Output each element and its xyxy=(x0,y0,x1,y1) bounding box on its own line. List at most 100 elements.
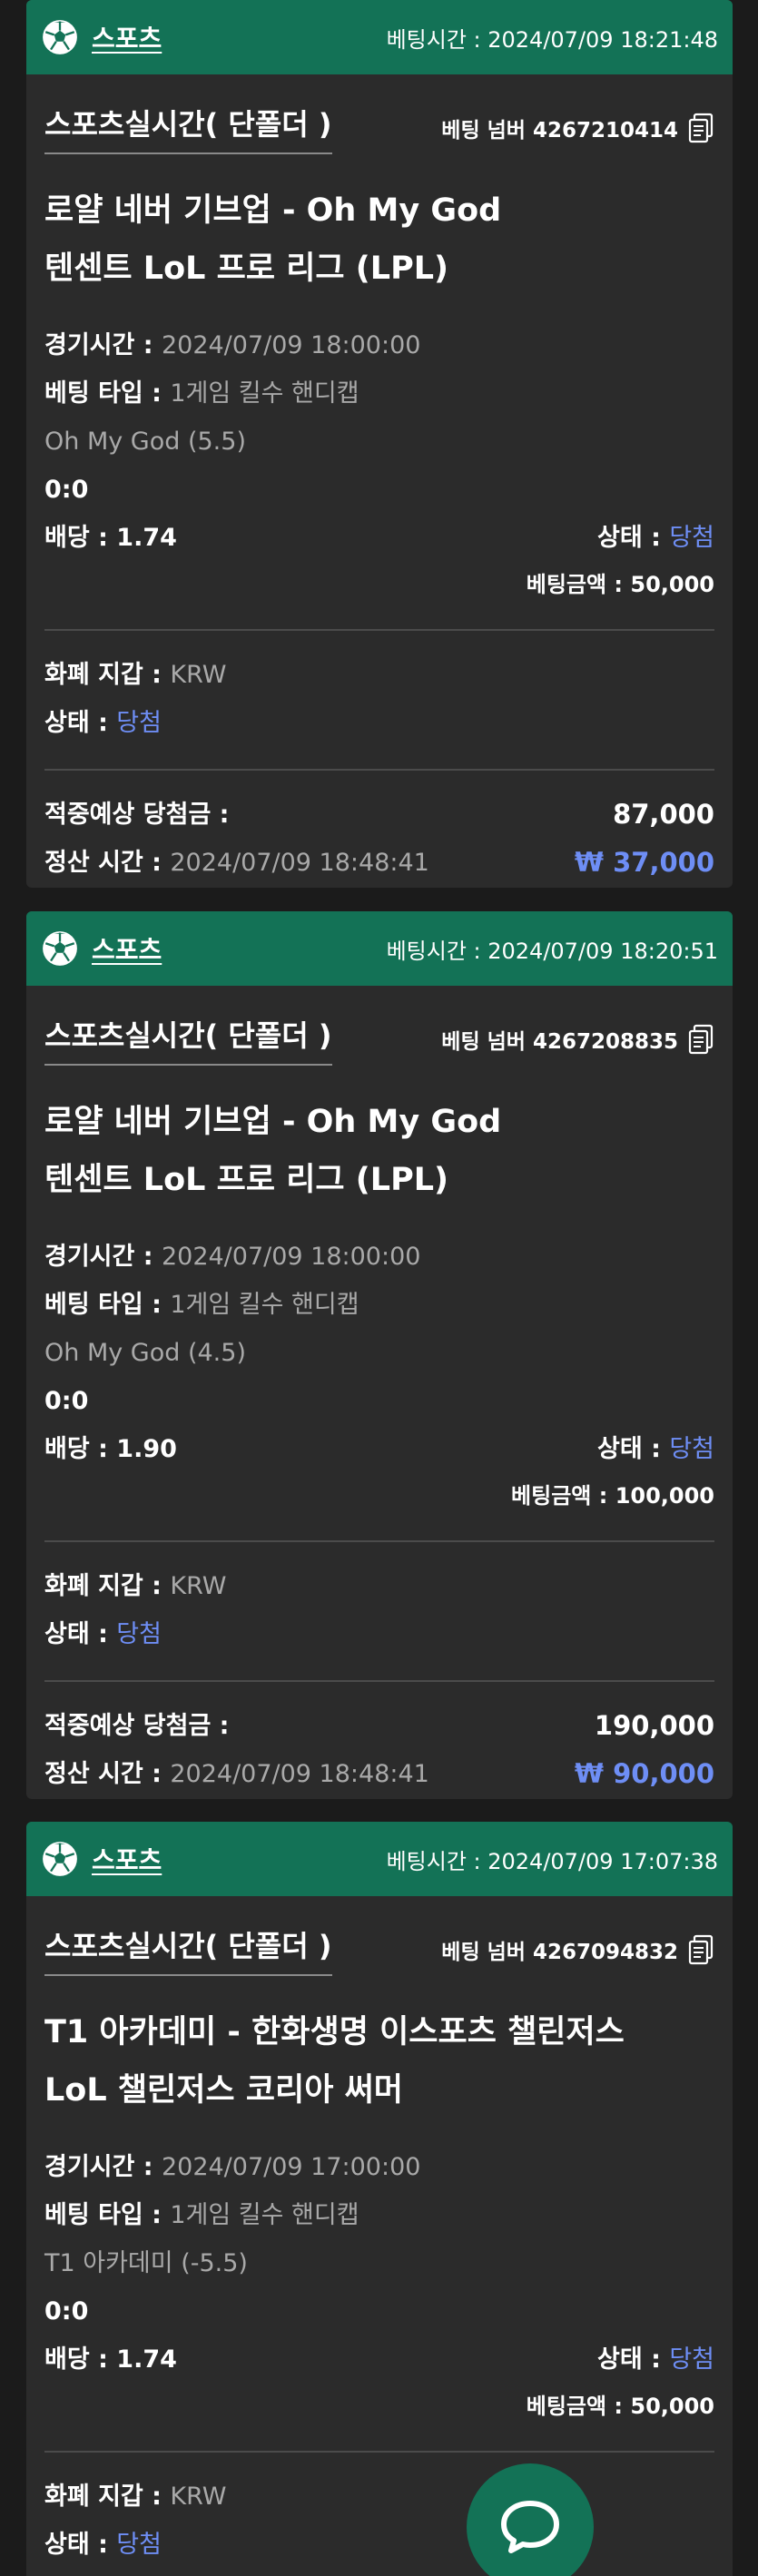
bet-time: 베팅시간 : 2024/07/09 18:20:51 xyxy=(387,933,718,965)
bet-number-value: 4267210414 xyxy=(532,119,678,143)
expected-payout-label: 적중예상 당첨금 : xyxy=(44,1712,230,1740)
bet-number: 베팅 넘버 4267210414 xyxy=(441,113,714,143)
bet-amount-label: 베팅금액 : xyxy=(511,1483,615,1509)
bet-number: 베팅 넘버 4267094832 xyxy=(441,1934,714,1965)
bet-type-value: 1게임 킬수 핸디캡 xyxy=(170,1291,359,1319)
game-time-value: 2024/07/09 18:00:00 xyxy=(161,1243,421,1271)
status-badge: 당첨 xyxy=(116,1620,162,1648)
game-time-label: 경기시간 : xyxy=(44,1243,162,1271)
sport-category-link[interactable]: 스포츠 xyxy=(92,1841,162,1877)
bet-number-label: 베팅 넘버 xyxy=(441,1941,533,1964)
expected-payout-value: 87,000 xyxy=(613,799,714,830)
status-badge: 당첨 xyxy=(669,1435,714,1463)
copy-document-icon[interactable] xyxy=(687,113,714,143)
bet-amount-value: 50,000 xyxy=(630,2394,714,2419)
divider xyxy=(44,1540,714,1542)
settle-time-value: 2024/07/09 18:48:41 xyxy=(170,849,429,877)
bet-number-value: 4267094832 xyxy=(532,1941,678,1964)
soccer-ball-icon xyxy=(43,20,77,54)
status-label: 상태 : xyxy=(597,524,670,552)
soccer-ball-icon xyxy=(43,1842,77,1876)
bet-time-value: 2024/07/09 18:21:48 xyxy=(487,26,718,53)
status-label: 상태 : xyxy=(44,2531,117,2559)
score: 0:0 xyxy=(44,476,89,504)
settle-time-label: 정산 시간 : xyxy=(44,849,171,877)
bet-pick: Oh My God (4.5) xyxy=(44,1339,246,1367)
divider xyxy=(44,1680,714,1682)
currency-value: KRW xyxy=(170,661,227,689)
bet-amount-value: 100,000 xyxy=(615,1483,714,1509)
game-time-label: 경기시간 : xyxy=(44,2153,162,2181)
odds-value: 1.90 xyxy=(116,1435,177,1463)
copy-document-icon[interactable] xyxy=(687,1934,714,1965)
bet-amount-label: 베팅금액 : xyxy=(526,2394,631,2419)
bet-pick: Oh My God (5.5) xyxy=(44,428,246,456)
bet-card-title: 스포츠실시간( 단폴더 ) xyxy=(44,1923,332,1976)
match-teams: T1 아카데미 - 한화생명 이스포츠 챌린저스 xyxy=(44,2014,625,2050)
bet-time-label: 베팅시간 : xyxy=(386,1848,488,1874)
expected-payout-label: 적중예상 당첨금 : xyxy=(44,801,230,829)
card-header: 스포츠 베팅시간 : 2024/07/09 17:07:38 xyxy=(26,1822,733,1896)
bet-time-value: 2024/07/09 17:07:38 xyxy=(487,1848,718,1874)
expected-payout-value: 190,000 xyxy=(594,1710,714,1741)
bet-type-value: 1게임 킬수 핸디캡 xyxy=(170,2201,359,2229)
soccer-ball-icon xyxy=(43,931,77,966)
odds-label: 배당 : xyxy=(44,2345,117,2374)
score: 0:0 xyxy=(44,1387,89,1415)
game-time-value: 2024/07/09 17:00:00 xyxy=(161,2153,421,2181)
league-name: 텐센트 LoL 프로 리그 (LPL) xyxy=(44,251,449,287)
card-header: 스포츠 베팅시간 : 2024/07/09 18:20:51 xyxy=(26,911,733,986)
currency-value: KRW xyxy=(170,2483,227,2511)
sport-category-link[interactable]: 스포츠 xyxy=(92,19,162,55)
currency-label: 화폐 지갑 : xyxy=(44,2483,171,2511)
odds-value: 1.74 xyxy=(116,524,177,552)
game-time-value: 2024/07/09 18:00:00 xyxy=(161,331,421,359)
bet-card: 스포츠 베팅시간 : 2024/07/09 18:20:51 스포츠실시간( 단… xyxy=(26,911,733,1799)
status-badge: 당첨 xyxy=(116,709,162,737)
profit-amount: ₩ 90,000 xyxy=(575,1758,714,1789)
status-label: 상태 : xyxy=(44,1620,117,1648)
bet-card: 스포츠 베팅시간 : 2024/07/09 18:21:48 스포츠실시간( 단… xyxy=(26,0,733,888)
bet-time: 베팅시간 : 2024/07/09 17:07:38 xyxy=(387,1844,718,1875)
odds-label: 배당 : xyxy=(44,524,117,552)
bet-amount-label: 베팅금액 : xyxy=(526,572,631,597)
bet-card-title: 스포츠실시간( 단폴더 ) xyxy=(44,102,332,154)
bet-number-value: 4267208835 xyxy=(532,1030,678,1054)
settle-time-label: 정산 시간 : xyxy=(44,1760,171,1788)
match-teams: 로얄 네버 기브업 - Oh My God xyxy=(44,192,502,229)
status-badge: 당첨 xyxy=(669,2345,714,2374)
score: 0:0 xyxy=(44,2297,89,2325)
profit-amount: ₩ 37,000 xyxy=(575,847,714,878)
status-label: 상태 : xyxy=(597,2345,670,2374)
bet-type-label: 베팅 타입 : xyxy=(44,1291,171,1319)
currency-value: KRW xyxy=(170,1572,227,1600)
copy-document-icon[interactable] xyxy=(687,1024,714,1055)
bet-number-label: 베팅 넘버 xyxy=(441,1030,533,1054)
odds-label: 배당 : xyxy=(44,1435,117,1463)
currency-label: 화폐 지갑 : xyxy=(44,661,171,689)
bet-number: 베팅 넘버 4267208835 xyxy=(441,1024,714,1055)
chat-bubble-icon xyxy=(501,2501,559,2553)
divider xyxy=(44,2451,714,2453)
bet-time-label: 베팅시간 : xyxy=(386,26,488,53)
status-badge: 당첨 xyxy=(116,2531,162,2559)
match-teams: 로얄 네버 기브업 - Oh My God xyxy=(44,1104,502,1140)
divider xyxy=(44,769,714,771)
divider xyxy=(44,629,714,631)
bet-type-label: 베팅 타입 : xyxy=(44,379,171,408)
bet-type-value: 1게임 킬수 핸디캡 xyxy=(170,379,359,408)
game-time-label: 경기시간 : xyxy=(44,331,162,359)
bet-card-title: 스포츠실시간( 단폴더 ) xyxy=(44,1013,332,1066)
bet-number-label: 베팅 넘버 xyxy=(441,119,533,143)
card-header: 스포츠 베팅시간 : 2024/07/09 18:21:48 xyxy=(26,0,733,74)
status-label: 상태 : xyxy=(597,1435,670,1463)
bet-amount-value: 50,000 xyxy=(630,572,714,597)
currency-label: 화폐 지갑 : xyxy=(44,1572,171,1600)
bet-type-label: 베팅 타입 : xyxy=(44,2201,171,2229)
odds-value: 1.74 xyxy=(116,2345,177,2374)
settle-time-value: 2024/07/09 18:48:41 xyxy=(170,1760,429,1788)
status-label: 상태 : xyxy=(44,709,117,737)
sport-category-link[interactable]: 스포츠 xyxy=(92,930,162,967)
bet-pick: T1 아카데미 (-5.5) xyxy=(44,2249,248,2277)
status-badge: 당첨 xyxy=(669,524,714,552)
